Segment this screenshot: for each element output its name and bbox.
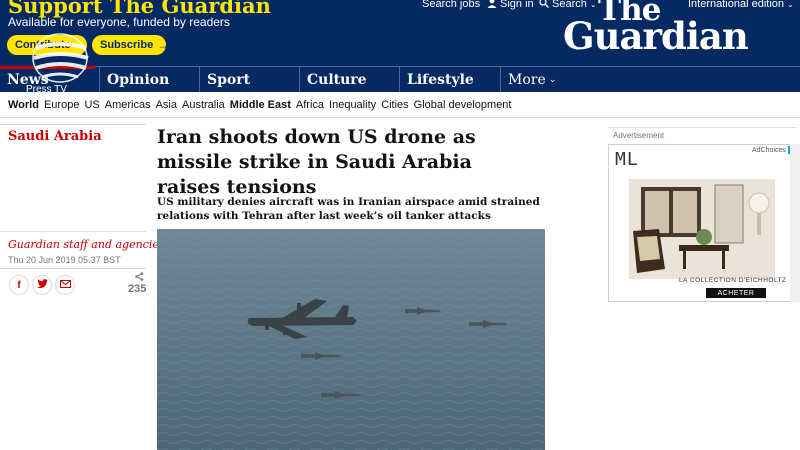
- ad-brand-logo: ML: [615, 149, 639, 170]
- facebook-icon: f: [17, 279, 21, 291]
- pillar-more-label: More: [508, 71, 546, 88]
- chevron-down-icon: ⌄: [787, 0, 794, 9]
- hero-image: [157, 229, 545, 450]
- divider: [0, 231, 146, 232]
- pillar-opinion[interactable]: Opinion: [99, 67, 169, 92]
- section-label[interactable]: Saudi Arabia: [8, 129, 102, 144]
- share-facebook-button[interactable]: f: [9, 275, 29, 295]
- contribute-label: Contribute: [15, 39, 71, 51]
- email-icon: [59, 279, 71, 291]
- subscribe-label: Subscribe: [100, 39, 154, 51]
- dateline: Thu 20 Jun 2019 05.37 BST: [8, 255, 121, 265]
- search-icon: [539, 0, 549, 11]
- search-label: Search: [552, 0, 587, 10]
- user-icon: [487, 0, 497, 11]
- edition-selector[interactable]: International edition ⌄: [688, 0, 797, 11]
- subnav-cities[interactable]: Cities: [381, 99, 409, 111]
- aircraft-over-sea-photo: [157, 229, 545, 450]
- search-link[interactable]: Search ⌄: [539, 0, 600, 11]
- ad-furniture-image: [629, 179, 775, 279]
- pillar-culture[interactable]: Culture: [299, 67, 367, 92]
- guardian-article-page: Support The Guardian Available for every…: [0, 0, 800, 450]
- pillar-more[interactable]: More ⌄: [500, 67, 556, 92]
- search-jobs-label: Search jobs: [422, 0, 481, 10]
- support-subtitle: Available for everyone, funded by reader…: [8, 15, 230, 29]
- subnav-world[interactable]: World: [8, 99, 39, 111]
- ad-choices-label: AdChoices: [752, 146, 786, 154]
- logo-line-2: Guardian: [563, 14, 749, 58]
- article-standfirst: US military denies aircraft was in Irani…: [157, 196, 540, 222]
- subnav-australia[interactable]: Australia: [182, 99, 225, 111]
- arrow-right-icon: →: [157, 38, 170, 52]
- search-jobs-link[interactable]: Search jobs: [422, 0, 480, 11]
- subnav-middle-east[interactable]: Middle East: [230, 99, 291, 111]
- subnav-asia[interactable]: Asia: [156, 99, 177, 111]
- pillar-nav: News Opinion Sport Culture Lifestyle Mor…: [0, 66, 800, 92]
- subnav-europe[interactable]: Europe: [44, 99, 79, 111]
- arrow-right-icon: →: [74, 38, 87, 52]
- masthead: Support The Guardian Available for every…: [0, 0, 800, 66]
- subnav-global-development[interactable]: Global development: [414, 99, 512, 111]
- twitter-icon: [36, 279, 48, 291]
- share-twitter-button[interactable]: [32, 275, 52, 295]
- section-subnav: World Europe US Americas Asia Australia …: [0, 92, 800, 118]
- scrollbar[interactable]: [790, 144, 800, 302]
- subnav-africa[interactable]: Africa: [296, 99, 324, 111]
- pillar-sport[interactable]: Sport: [199, 67, 250, 92]
- news-active-indicator: [0, 66, 95, 69]
- article-headline: Iran shoots down US drone as missile str…: [157, 126, 476, 198]
- chevron-down-icon: ⌄: [548, 74, 557, 85]
- ad-label: Advertisement: [613, 131, 665, 140]
- byline[interactable]: Guardian staff and agencies: [8, 238, 165, 251]
- contribute-button[interactable]: Contribute →: [7, 35, 87, 55]
- share-count: 235: [128, 283, 147, 295]
- subnav-americas[interactable]: Americas: [105, 99, 151, 111]
- divider: [0, 124, 146, 125]
- sign-in-link[interactable]: Sign in: [487, 0, 534, 11]
- edition-label: International edition: [688, 0, 785, 10]
- ad-collection-text: LA COLLECTION D'EICHHOLTZ: [679, 277, 787, 284]
- advertisement[interactable]: ML AdChoices LA COLLECTION D'EICHHOLTZ A…: [608, 144, 796, 302]
- subnav-us[interactable]: US: [84, 99, 99, 111]
- ad-cta-button[interactable]: ACHETER: [706, 288, 766, 298]
- subnav-inequality[interactable]: Inequality: [329, 99, 376, 111]
- sign-in-label: Sign in: [500, 0, 534, 10]
- divider: [608, 127, 796, 128]
- pillar-lifestyle[interactable]: Lifestyle: [399, 67, 474, 92]
- share-email-button[interactable]: [55, 275, 75, 295]
- subscribe-button[interactable]: Subscribe →: [92, 35, 170, 55]
- divider: [0, 268, 146, 269]
- chevron-down-icon: ⌄: [589, 0, 597, 9]
